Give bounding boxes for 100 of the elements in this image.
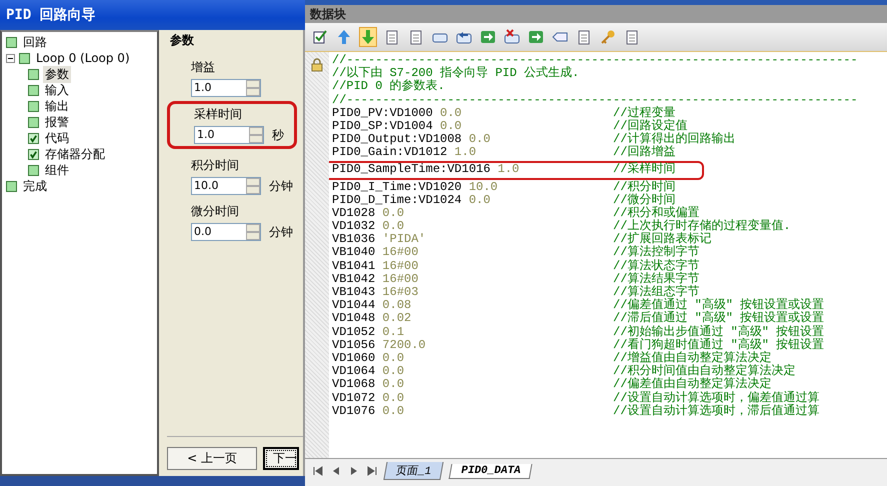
variable-value: 16#00 [382, 258, 418, 273]
variable-value: 0.0 [468, 132, 490, 146]
variable-value: 0.02 [382, 311, 412, 326]
variable-address: VB1043 [332, 285, 376, 299]
checkbox[interactable] [28, 116, 39, 128]
code-comment: //上次执行时存储的过程变量值. [613, 220, 791, 234]
variable-address: PID0_I_Time:VD1020 [332, 180, 462, 194]
variable-address: PID0_D_Time:VD1024 [332, 192, 462, 207]
variable-address: VB1036 [332, 232, 376, 246]
next-button[interactable]: 下一 [263, 447, 299, 470]
next-page-icon[interactable] [349, 466, 359, 476]
checkbox[interactable] [19, 52, 30, 64]
code-comment: //算法状态字节 [613, 260, 700, 273]
checkbox[interactable] [28, 164, 39, 176]
variable-address: VD1048 [332, 311, 376, 326]
spin-field[interactable]: 1.0 [194, 126, 264, 144]
field-label: 采样时间 [194, 106, 243, 123]
code-comment: //积分和或偏置 [613, 206, 700, 220]
code-comment: //初始输出步值通过 "高级" 按钮设置 [613, 326, 824, 339]
variable-address: PID0_Gain:VD1012 [332, 145, 448, 160]
variable-address: VB1042 [332, 272, 376, 286]
code-comment: //设置自动计算选项时，偏差值通过算 [613, 392, 820, 404]
variable-value: 0.0 [382, 219, 404, 234]
tree-item[interactable]: 存储器分配 [43, 146, 107, 162]
tree-item[interactable]: 输出 [43, 98, 71, 114]
variable-value: 0.08 [382, 298, 412, 312]
unit-label: 秒 [272, 126, 284, 144]
tree-item[interactable]: 代码 [43, 130, 71, 146]
variable-value: 0.0 [382, 390, 404, 404]
last-page-icon[interactable] [367, 466, 377, 476]
variable-value: 0.0 [440, 118, 462, 133]
variable-value: 0.0 [382, 377, 404, 392]
checkbox[interactable] [28, 68, 39, 80]
section-title: 参数 [170, 32, 195, 49]
code-comment: //----------------------------------------------------------------------- [332, 94, 859, 107]
variable-address: VD1068 [332, 377, 376, 392]
unit-label: 分钟 [269, 224, 293, 240]
field-label: 积分时间 [191, 157, 240, 174]
sheet-tab[interactable]: 页面_1 [383, 462, 444, 480]
code-comment: //算法控制字节 [613, 246, 700, 260]
variable-value: 7200.0 [382, 338, 426, 352]
code-comment: //设置自动计算选项时，滞后值通过算 [613, 404, 820, 418]
code-comment: //偏差值通过 "高级" 按钮设置或设置 [613, 299, 824, 312]
tree-item[interactable]: Loop 0 (Loop 0) [34, 51, 132, 65]
variable-address: PID0_Output:VD1008 [332, 132, 462, 146]
checkbox[interactable] [28, 132, 39, 144]
code-comment: //计算得出的回路输出 [613, 133, 736, 146]
variable-address: VB1041 [332, 258, 376, 273]
code-comment: //算法结果字节 [613, 272, 700, 286]
checkbox[interactable] [6, 180, 17, 192]
checkbox[interactable] [28, 148, 39, 160]
tree-item[interactable]: 输入 [43, 82, 71, 98]
tree-item[interactable]: 完成 [21, 178, 49, 194]
code-comment: //滞后值通过 "高级" 按钮设置或设置 [613, 312, 824, 326]
code-comment: //积分时间值由自动整定算法决定 [613, 365, 796, 378]
variable-value: 0.0 [440, 106, 462, 120]
tree-item[interactable]: 参数 [43, 66, 71, 82]
variable-address: VD1064 [332, 364, 376, 378]
variable-value: 16#00 [382, 245, 418, 260]
variable-value: 0.0 [382, 350, 404, 365]
field-label: 增益 [191, 59, 216, 76]
code-comment: //积分时间 [613, 180, 676, 194]
variable-address: VD1056 [332, 338, 376, 352]
variable-address: VD1032 [332, 219, 376, 234]
variable-value: 10.0 [468, 180, 498, 194]
previous-page-icon[interactable] [331, 466, 341, 476]
variable-address: PID0_SP:VD1004 [332, 118, 433, 133]
spin-field[interactable]: 10.0 [191, 177, 261, 195]
field-label: 微分时间 [191, 203, 240, 220]
variable-value: 'PIDA' [382, 232, 426, 246]
checkbox[interactable] [28, 84, 39, 96]
variable-value: 0.0 [382, 206, 404, 220]
variable-address: VB1040 [332, 245, 376, 260]
variable-value: 0.0 [382, 364, 404, 378]
code-comment: //回路增益 [613, 146, 676, 160]
checkbox[interactable] [28, 100, 39, 112]
tree-item[interactable]: 回路 [21, 34, 49, 50]
unit-label: 分钟 [269, 178, 293, 194]
code-comment: //----------------------------------------------------------------------- [332, 54, 859, 67]
checkbox[interactable] [6, 36, 17, 48]
variable-address: VD1072 [332, 390, 376, 404]
tree-item[interactable]: 组件 [43, 162, 71, 178]
tree-item[interactable]: 报警 [43, 114, 71, 130]
code-comment: //增益值由自动整定算法决定 [613, 352, 772, 365]
window-title: PID 回路向导 [0, 0, 305, 30]
code-comment: //回路设定值 [613, 120, 688, 133]
spin-field[interactable]: 0.0 [191, 223, 261, 241]
collapse-icon[interactable] [6, 54, 15, 62]
code-comment: //过程变量 [613, 106, 676, 120]
sheet-tab[interactable]: PID0_DATA [448, 464, 533, 478]
code-comment: //以下由 S7-200 指令向导 PID 公式生成. [332, 67, 580, 80]
spin-field[interactable]: 1.0 [191, 79, 261, 97]
first-page-icon[interactable] [313, 466, 323, 476]
variable-value: 0.0 [382, 404, 404, 418]
variable-value: 0.0 [468, 192, 490, 207]
code-comment: //看门狗超时值通过 "高级" 按钮设置 [613, 338, 824, 352]
lock-icon [311, 58, 323, 72]
back-button[interactable]: < 上一页 [167, 447, 257, 470]
variable-address: VD1028 [332, 206, 376, 220]
variable-address: PID0_SampleTime:VD1016 [332, 162, 490, 176]
